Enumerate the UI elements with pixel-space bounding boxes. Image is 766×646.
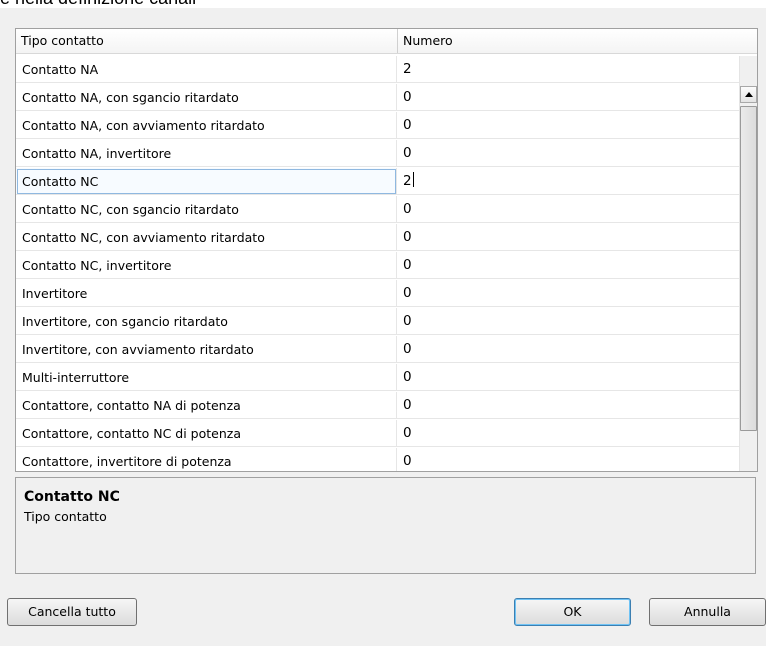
- row-name[interactable]: Contatto NC: [16, 168, 397, 195]
- row-value-input[interactable]: 0: [397, 196, 739, 223]
- row-value-input[interactable]: 0: [397, 112, 739, 139]
- table-row[interactable]: Contatto NA 2: [16, 56, 739, 84]
- row-value-input[interactable]: 0: [397, 308, 739, 335]
- table-row-selected[interactable]: Contatto NC 2: [16, 168, 739, 196]
- row-value-input[interactable]: 2: [397, 56, 739, 83]
- background-text: e nella definizione canali: [0, 0, 196, 8]
- row-value: 0: [403, 257, 412, 273]
- description-title: Contatto NC: [24, 489, 120, 505]
- row-name[interactable]: Contatto NA: [16, 56, 397, 83]
- row-value: 2: [403, 173, 412, 189]
- background-text-fragment: e nella definizione canali: [0, 0, 766, 8]
- row-name[interactable]: Invertitore: [16, 280, 397, 307]
- table-row[interactable]: Contatto NA, invertitore 0: [16, 140, 739, 168]
- table-row[interactable]: Contattore, contatto NC di potenza 0: [16, 420, 739, 448]
- ok-button[interactable]: OK: [514, 598, 631, 626]
- row-name[interactable]: Multi-interruttore: [16, 364, 397, 391]
- row-value-input[interactable]: 0: [397, 280, 739, 307]
- vertical-scrollbar[interactable]: [739, 56, 757, 471]
- row-value-input[interactable]: 0: [397, 140, 739, 167]
- scrollbar-thumb[interactable]: [740, 106, 757, 431]
- table-row[interactable]: Invertitore, con sgancio ritardato 0: [16, 308, 739, 336]
- column-header-contact-type[interactable]: Tipo contatto: [21, 33, 104, 48]
- row-name[interactable]: Contatto NC, con avviamento ritardato: [16, 224, 397, 251]
- table-row[interactable]: Contatto NA, con avviamento ritardato 0: [16, 112, 739, 140]
- row-name[interactable]: Invertitore, con avviamento ritardato: [16, 336, 397, 363]
- table-row[interactable]: Contattore, contatto NA di potenza 0: [16, 392, 739, 420]
- table-row[interactable]: Contattore, invertitore di potenza 0: [16, 448, 739, 471]
- row-value: 0: [403, 453, 412, 469]
- scroll-up-button[interactable]: [740, 86, 757, 103]
- row-value-input[interactable]: 0: [397, 392, 739, 419]
- row-value: 0: [403, 313, 412, 329]
- row-name[interactable]: Contatto NC, con sgancio ritardato: [16, 196, 397, 223]
- cancel-button[interactable]: Annulla: [649, 598, 766, 626]
- scroll-down-button[interactable]: [740, 471, 757, 472]
- table-row[interactable]: Contatto NC, con avviamento ritardato 0: [16, 224, 739, 252]
- row-value-input[interactable]: 0: [397, 224, 739, 251]
- grid-rows: Contatto NA 2 Contatto NA, con sgancio r…: [16, 56, 739, 471]
- row-value: 0: [403, 341, 412, 357]
- row-value: 0: [403, 229, 412, 245]
- table-row[interactable]: Multi-interruttore 0: [16, 364, 739, 392]
- row-value-input[interactable]: 0: [397, 252, 739, 279]
- table-row[interactable]: Invertitore, con avviamento ritardato 0: [16, 336, 739, 364]
- row-value: 0: [403, 285, 412, 301]
- description-panel: Contatto NC Tipo contatto: [15, 477, 756, 574]
- table-row[interactable]: Invertitore 0: [16, 280, 739, 308]
- row-value: 0: [403, 369, 412, 385]
- row-value: 0: [403, 397, 412, 413]
- row-name[interactable]: Contatto NA, con sgancio ritardato: [16, 84, 397, 111]
- table-row[interactable]: Contatto NC, invertitore 0: [16, 252, 739, 280]
- row-name[interactable]: Contattore, contatto NC di potenza: [16, 420, 397, 447]
- column-separator[interactable]: [397, 29, 398, 53]
- row-name[interactable]: Contatto NA, con avviamento ritardato: [16, 112, 397, 139]
- row-value-input[interactable]: 0: [397, 448, 739, 471]
- chevron-up-icon: [745, 92, 753, 97]
- row-value: 0: [403, 145, 412, 161]
- column-header-number[interactable]: Numero: [403, 33, 453, 48]
- row-value: 0: [403, 89, 412, 105]
- row-value: 0: [403, 425, 412, 441]
- row-name[interactable]: Contatto NC, invertitore: [16, 252, 397, 279]
- row-name[interactable]: Contattore, invertitore di potenza: [16, 448, 397, 471]
- row-value-input[interactable]: 0: [397, 420, 739, 447]
- grid-header: Tipo contatto Numero: [16, 29, 757, 54]
- row-value-input[interactable]: 0: [397, 336, 739, 363]
- table-row[interactable]: Contatto NC, con sgancio ritardato 0: [16, 196, 739, 224]
- row-value-input[interactable]: 0: [397, 364, 739, 391]
- description-subtitle: Tipo contatto: [24, 509, 107, 524]
- row-name[interactable]: Contatto NA, invertitore: [16, 140, 397, 167]
- contact-type-grid[interactable]: Tipo contatto Numero Contatto NA 2 Conta…: [15, 28, 758, 472]
- table-row[interactable]: Contatto NA, con sgancio ritardato 0: [16, 84, 739, 112]
- row-name[interactable]: Contattore, contatto NA di potenza: [16, 392, 397, 419]
- row-value: 0: [403, 117, 412, 133]
- row-value-input[interactable]: 0: [397, 84, 739, 111]
- row-value: 2: [403, 61, 412, 77]
- row-value: 0: [403, 201, 412, 217]
- row-name[interactable]: Invertitore, con sgancio ritardato: [16, 308, 397, 335]
- row-value-input-editing[interactable]: 2: [397, 168, 739, 195]
- clear-all-button[interactable]: Cancella tutto: [7, 598, 137, 626]
